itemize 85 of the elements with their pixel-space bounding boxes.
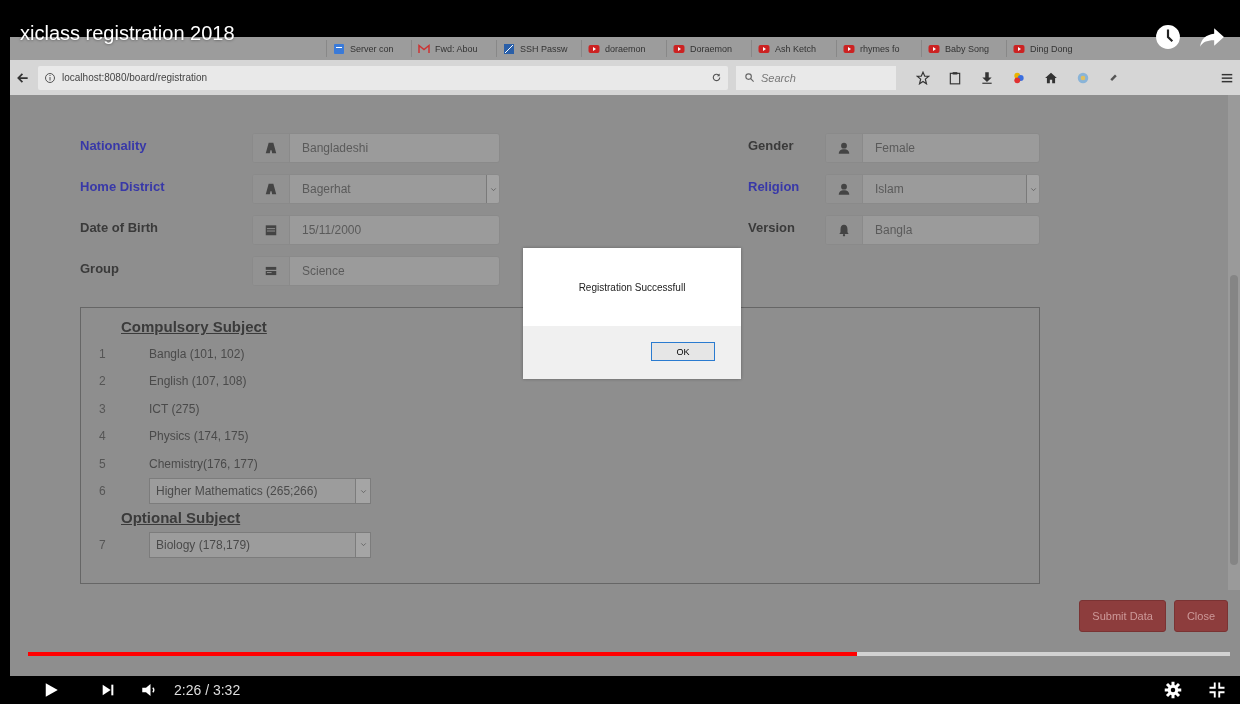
video-icon [843,42,855,55]
browser-tab[interactable]: Fwd: Abou [411,40,496,57]
download-icon[interactable] [980,70,994,85]
video-icon [1013,42,1025,55]
field-label: Nationality [80,137,148,153]
dialog-message: Registration Successfull [577,280,687,295]
video-icon [588,42,600,55]
colorful-dots-icon[interactable] [1012,70,1026,85]
chat-icon [333,42,345,55]
browser-tab[interactable]: Ding Dong [1006,40,1091,57]
ok-button[interactable]: OK [651,342,715,361]
browser-tab[interactable]: Ash Ketch [751,40,836,57]
row-number: 6 [98,484,107,499]
dropdown-field[interactable]: Islam [825,174,1040,204]
dropdown-field[interactable]: Bagerhat [252,174,500,204]
tab-label: Doraemon [690,43,733,54]
section-heading: Compulsory Subject [121,318,267,337]
input-field[interactable]: Bangla [825,215,1040,245]
clipboard-icon[interactable] [948,70,962,85]
tab-label: SSH Passw [520,43,568,54]
tab-label: Ding Dong [1030,43,1073,54]
progress-bar[interactable] [28,652,1230,656]
road-icon [264,182,278,196]
input-field[interactable]: Science [252,256,500,286]
road-icon [264,141,278,155]
bell-icon [837,223,851,237]
browser-tab[interactable]: Baby Song [921,40,1006,57]
row-number: 5 [98,456,107,471]
browser-tab[interactable]: doraemon [581,40,666,57]
next-icon[interactable] [100,682,116,698]
tab-label: doraemon [605,43,646,54]
browser-tab[interactable]: Server con [326,40,411,57]
time-display: 2:26 / 3:32 [174,682,241,698]
row-number: 2 [98,374,107,389]
browser-tab[interactable]: Doraemon [666,40,751,57]
home-icon[interactable] [1044,70,1058,85]
mail-icon [418,42,430,55]
document-icon [503,42,515,55]
tab-label: Fwd: Abou [435,43,478,54]
user-icon [837,141,851,155]
row-number: 3 [98,401,107,416]
tab-label: Ash Ketch [775,43,817,54]
subject-dropdown[interactable]: Higher Mathematics (265;266) [149,478,371,505]
video-icon [758,42,770,55]
row-number: 7 [98,537,107,552]
field-label: Version [748,219,796,235]
settings-icon[interactable] [1164,681,1182,699]
input-field[interactable]: 15/11/2000 [252,215,500,245]
subject-name: Chemistry(176, 177) [149,456,258,471]
search-field[interactable]: Search [736,65,896,90]
list-icon [264,264,278,278]
field-label: Religion [748,178,801,194]
clock-icon[interactable] [1155,24,1181,50]
info-icon [44,71,56,84]
search-icon [744,72,755,83]
video-icon [928,42,940,55]
field-label: Home District [80,178,166,194]
submit-button[interactable]: Submit Data [1079,600,1166,632]
exit-fullscreen-icon[interactable] [1208,681,1226,699]
subject-name: Bangla (101, 102) [149,346,245,361]
row-number: 1 [98,346,107,361]
field-label: Group [80,260,120,276]
subject-dropdown[interactable]: Biology (178,179) [149,531,371,558]
browser-tab[interactable]: SSH Passw [496,40,581,57]
calendar-icon [264,223,278,237]
tab-label: rhymes fo [860,43,900,54]
browser-tab[interactable]: rhymes fo [836,40,921,57]
subject-name: Physics (174, 175) [149,429,249,444]
subject-name: ICT (275) [149,401,200,416]
subject-name: English (107, 108) [149,374,247,389]
star-icon[interactable] [916,70,930,85]
scrollbar[interactable] [1228,95,1240,590]
reload-icon[interactable] [711,72,722,83]
section-heading: Optional Subject [121,509,241,528]
field-label: Gender [748,137,795,153]
input-field[interactable]: Bangladeshi [252,133,500,163]
input-field[interactable]: Female [825,133,1040,163]
row-number: 4 [98,429,107,444]
tab-label: Baby Song [945,43,990,54]
user-icon [837,182,851,196]
field-label: Date of Birth [80,219,159,235]
video-icon [673,42,685,55]
tab-label: Server con [350,43,394,54]
address-field[interactable]: localhost:8080/board/registration [38,65,728,90]
close-button[interactable]: Close [1173,600,1228,632]
